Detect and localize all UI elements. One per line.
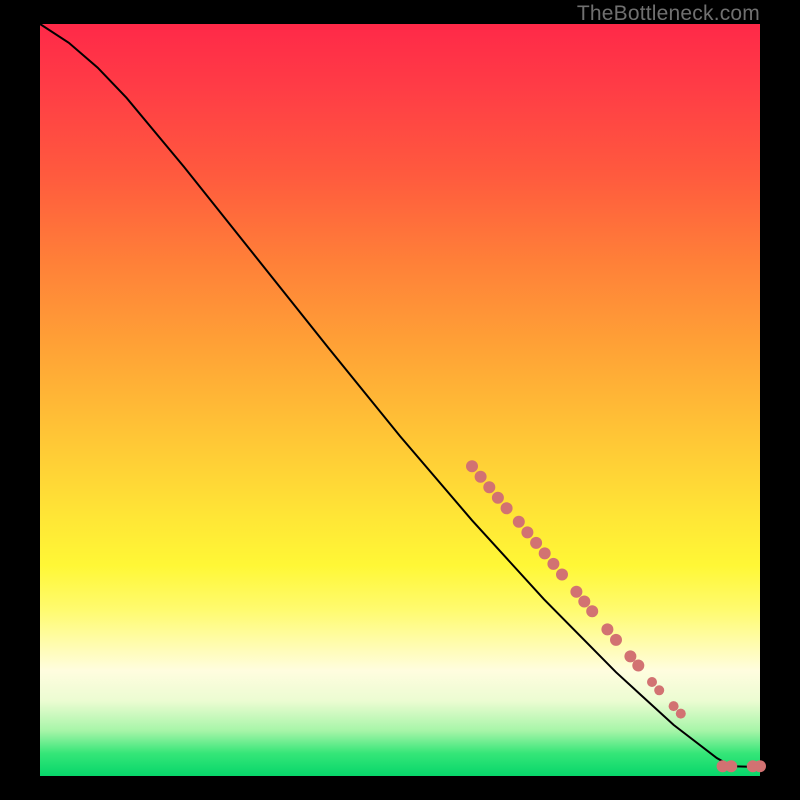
data-point xyxy=(676,709,686,719)
data-point xyxy=(547,558,559,570)
data-points xyxy=(466,460,766,772)
data-point xyxy=(624,650,636,662)
data-point xyxy=(578,596,590,608)
data-point xyxy=(530,537,542,549)
data-point xyxy=(586,605,598,617)
data-point xyxy=(501,502,513,514)
data-point xyxy=(725,760,737,772)
data-point xyxy=(483,481,495,493)
data-point xyxy=(601,623,613,635)
data-point xyxy=(492,492,504,504)
data-point xyxy=(570,586,582,598)
data-point xyxy=(513,516,525,528)
data-point xyxy=(556,569,568,581)
data-point xyxy=(475,471,487,483)
data-point xyxy=(754,760,766,772)
chart-frame: TheBottleneck.com xyxy=(0,0,800,800)
data-point xyxy=(632,660,644,672)
bottleneck-curve xyxy=(40,24,760,767)
data-point xyxy=(521,526,533,538)
data-point xyxy=(466,460,478,472)
source-label: TheBottleneck.com xyxy=(577,2,760,26)
data-point xyxy=(654,685,664,695)
data-point xyxy=(647,677,657,687)
data-point xyxy=(610,634,622,646)
chart-overlay xyxy=(40,24,760,776)
data-point xyxy=(539,547,551,559)
data-point xyxy=(669,701,679,711)
